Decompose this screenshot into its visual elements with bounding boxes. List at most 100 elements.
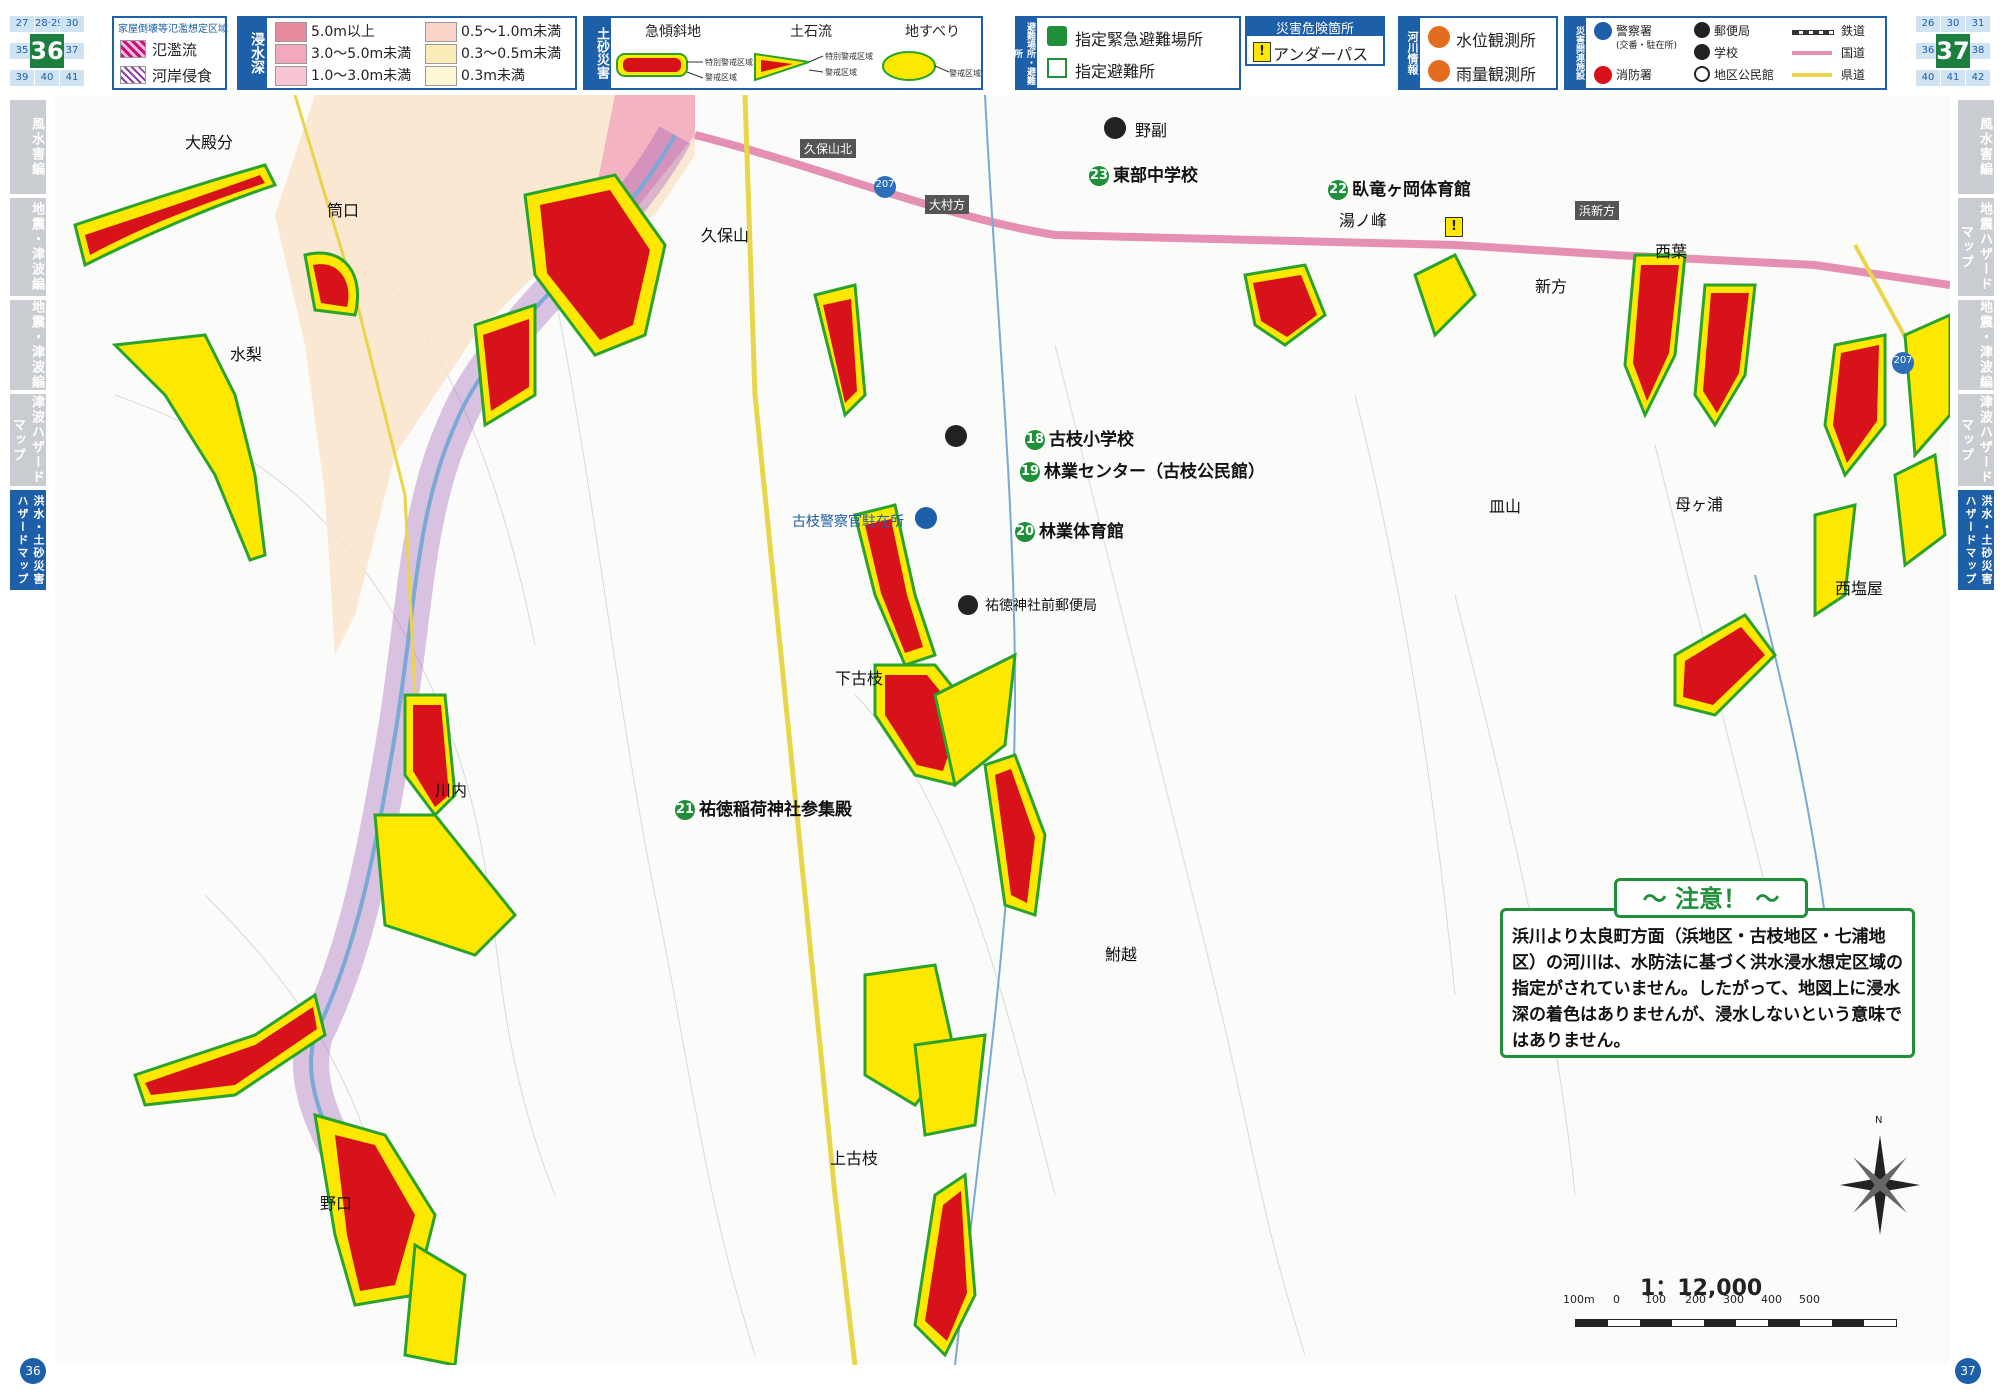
underpass-label: アンダーパス	[1273, 45, 1369, 64]
post-office-label: 郵便局	[1714, 24, 1751, 38]
legend-facilities: 災害関連施設 警察署 (交番・駐在所) 消防署 郵便局 学校 地区公民館 鉄道 …	[1564, 16, 1887, 90]
evac-label: 避難場所・避難所	[1012, 18, 1037, 88]
facility-number: 19	[1020, 462, 1040, 482]
depth-label-2: 3.0～5.0m未満	[311, 46, 412, 62]
facility-forestry-center[interactable]: 19 林業センター（古枝公民館）	[1020, 457, 1265, 482]
tab-left-3[interactable]: 地震・津波編	[10, 300, 46, 390]
school-icon	[945, 425, 967, 447]
road-label-omurakata: 大村方	[925, 195, 970, 214]
page-nav-cell[interactable]: 40	[35, 70, 59, 86]
school-icon	[1694, 44, 1710, 60]
school-label: 学校	[1714, 46, 1739, 60]
tab-left-5[interactable]: 洪水・土砂災害ハザードマップ	[10, 490, 46, 590]
tab-left-1[interactable]: 風水害編	[10, 100, 46, 194]
page-nav-cell[interactable]: 30	[60, 16, 84, 32]
depth-swatch-3	[275, 66, 307, 86]
depth-swatch-6	[425, 66, 457, 86]
page-number-left: 36	[20, 1358, 46, 1384]
school-icon	[1104, 117, 1126, 139]
landslide-label: 地すべり	[905, 24, 961, 40]
water-level-icon	[1428, 26, 1450, 48]
rain-gauge-icon	[1428, 60, 1450, 82]
caution-text: 浜川より太良町方面（浜地区・古枝地区・七浦地区）の河川は、水防法に基づく洪水浸水…	[1512, 927, 1903, 1051]
page-nav-left[interactable]: 27 28·29 30 35 37 39 40 41 36	[10, 16, 84, 86]
legend-evacuation: 避難場所・避難所 指定緊急避難場所 指定避難所	[1012, 16, 1241, 90]
depth-swatch-5	[425, 44, 457, 64]
facility-label: 災害関連施設	[1566, 18, 1586, 88]
route-207-shield-label: 207	[1893, 355, 1913, 366]
community-hall-icon	[1694, 66, 1710, 82]
police-icon	[915, 507, 937, 529]
facility-number: 18	[1025, 430, 1045, 450]
pref-road-label: 県道	[1841, 68, 1866, 82]
page-nav-cell[interactable]: 30	[1941, 16, 1965, 32]
page-nav-cell[interactable]: 27	[10, 16, 34, 32]
legend-flood-area: 家屋倒壊等氾濫想定区域 氾濫流 河岸侵食	[112, 16, 228, 90]
sediment-note-5: 警戒区域	[949, 68, 981, 78]
tab-right-4[interactable]: 津波ハザードマップ	[1958, 394, 1994, 486]
page-nav-cell[interactable]: 41	[60, 70, 84, 86]
facility-name: 祐徳稲荷神社参集殿	[699, 800, 852, 820]
page-nav-cell[interactable]: 42	[1966, 70, 1990, 86]
bank-erosion-label: 河岸侵食	[152, 67, 213, 85]
tab-right-3[interactable]: 地震・津波編	[1958, 300, 1994, 390]
national-road-label: 国道	[1841, 46, 1866, 60]
depth-label-6: 0.3m未満	[461, 68, 525, 84]
flood-area-title: 家屋倒壊等氾濫想定区域	[118, 24, 228, 35]
river-label: 河川情報	[1400, 18, 1420, 88]
water-level-label: 水位観測所	[1456, 31, 1537, 50]
bank-erosion-swatch	[120, 66, 146, 84]
scale-tick: 0	[1613, 1293, 1620, 1306]
map-graphics	[73, 95, 1950, 1365]
emergency-evac-label: 指定緊急避難場所	[1075, 30, 1204, 49]
depth-swatch-4	[425, 22, 457, 42]
police-label: 警察署	[1616, 24, 1653, 38]
facility-name: 林業体育館	[1039, 522, 1124, 542]
tab-right-5[interactable]: 洪水・土砂災害ハザードマップ	[1958, 490, 1994, 590]
place-nozoe: 野副	[1135, 121, 1168, 140]
evac-shelter-icon	[1047, 58, 1067, 78]
facility-forestry-gym[interactable]: 20 林業体育館	[1015, 517, 1124, 542]
sediment-note-2: 警戒区域	[705, 72, 737, 82]
depth-label-3: 1.0～3.0m未満	[311, 68, 412, 84]
road-label-hamashinkata: 浜新方	[1575, 201, 1620, 220]
hazard-map[interactable]: 207 207 久保山北 大村方 浜新方 大殿分 筒口 水梨 久保山 野副 湯ノ…	[55, 95, 1950, 1365]
steep-slope-label: 急傾斜地	[645, 24, 701, 40]
page-nav-cell[interactable]: 39	[10, 70, 34, 86]
scale-tick: 100m	[1563, 1293, 1595, 1306]
page-nav-cell[interactable]: 28·29	[35, 16, 64, 32]
facility-police-box[interactable]: 古枝警察官駐在所	[792, 511, 904, 531]
facility-number: 23	[1089, 166, 1109, 186]
flood-flow-swatch	[120, 40, 146, 58]
place-shinkata: 新方	[1535, 277, 1568, 296]
facility-yutoku-inari[interactable]: 21 祐徳稲荷神社参集殿	[675, 795, 852, 820]
sediment-label: 土砂災害	[585, 18, 611, 88]
page-nav-right[interactable]: 26 30 31 36 38 40 41 42 37	[1916, 16, 1990, 86]
facility-koeda-elementary[interactable]: 18 古枝小学校	[1025, 425, 1134, 450]
page-number-right: 37	[1955, 1358, 1981, 1384]
facility-name: 古枝小学校	[1049, 430, 1134, 450]
scale-bar	[1575, 1305, 1905, 1327]
caution-title: ～ 注意！ ～	[1614, 878, 1808, 918]
depth-swatch-2	[275, 44, 307, 64]
facility-tobu-jhs[interactable]: 23 東部中学校	[1089, 161, 1198, 186]
facility-garyugaoka-gym[interactable]: 22 臥竜ヶ岡体育館	[1328, 175, 1471, 200]
railway-label: 鉄道	[1841, 24, 1866, 38]
facility-post-office[interactable]: 祐徳神社前郵便局	[985, 595, 1097, 615]
tab-right-2[interactable]: 地震ハザードマップ	[1958, 198, 1994, 296]
page-nav-cell[interactable]: 31	[1966, 16, 1990, 32]
depth-label-5: 0.3～0.5m未満	[461, 46, 562, 62]
tab-right-1[interactable]: 風水害編	[1958, 100, 1994, 194]
tab-left-4[interactable]: 津波ハザードマップ	[10, 394, 46, 486]
north-arrow-icon	[1840, 1135, 1920, 1235]
danger-title: 災害危険箇所	[1247, 18, 1383, 37]
emergency-evac-icon	[1047, 26, 1067, 46]
depth-label: 浸水深	[239, 18, 267, 88]
page-nav-cell[interactable]: 41	[1941, 70, 1965, 86]
page-nav-cell[interactable]: 40	[1916, 70, 1940, 86]
pref-road-1	[742, 95, 858, 1365]
scale-tick: 200	[1685, 1293, 1706, 1306]
page-nav-cell[interactable]: 26	[1916, 16, 1940, 32]
facility-number: 22	[1328, 180, 1348, 200]
tab-left-2[interactable]: 地震・津波編	[10, 198, 46, 296]
